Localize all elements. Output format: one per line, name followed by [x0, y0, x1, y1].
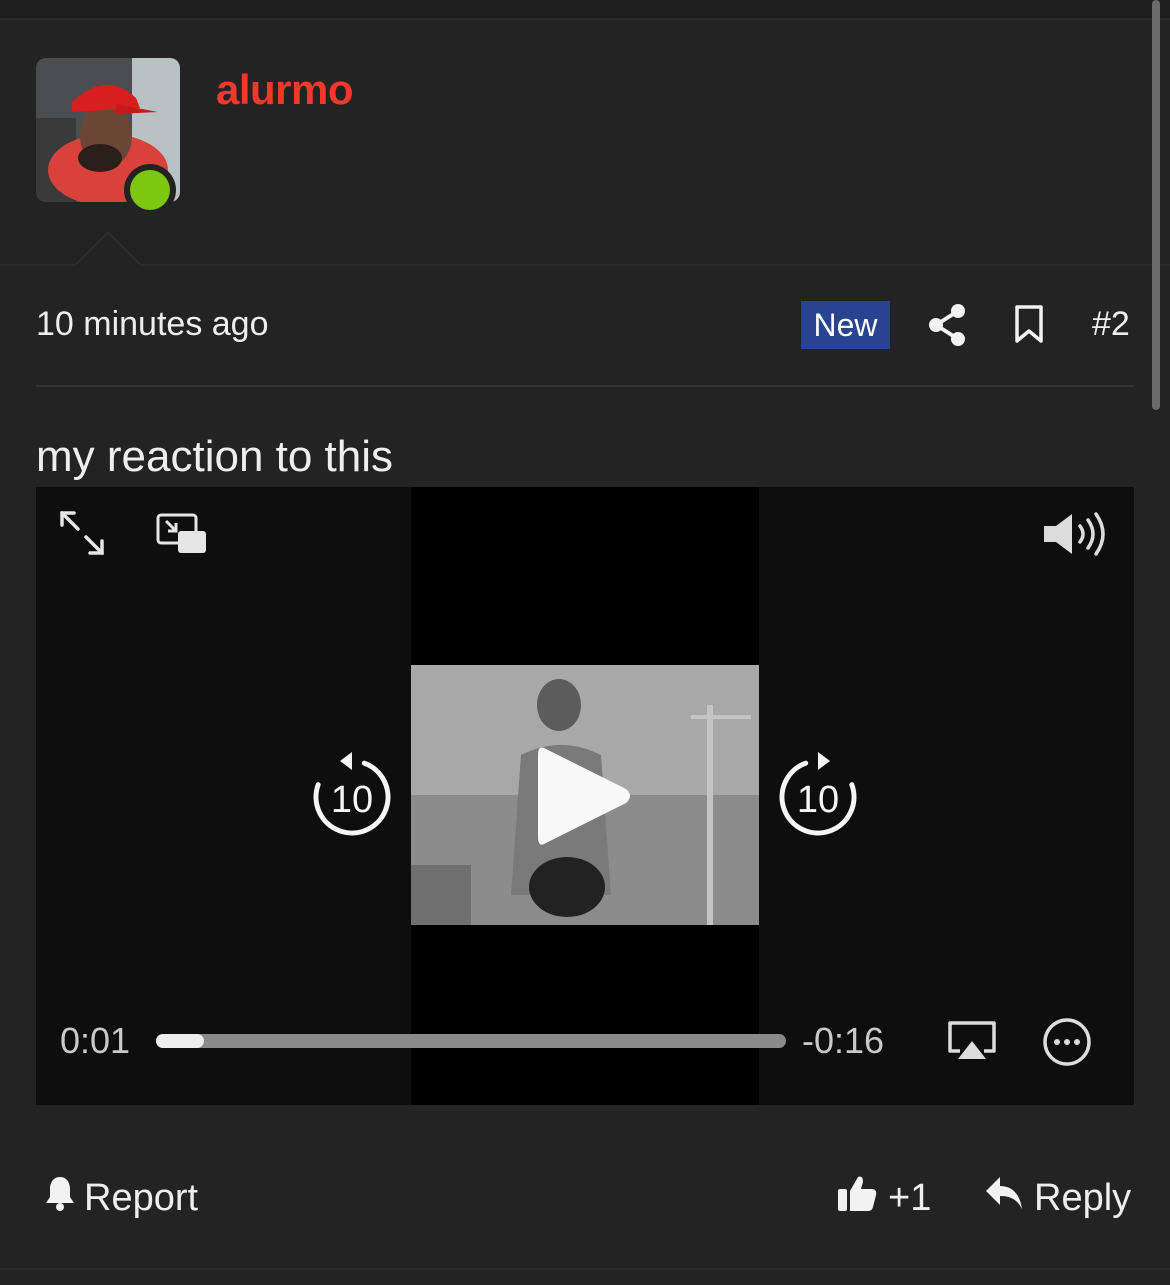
picture-in-picture-icon[interactable]: [156, 513, 208, 555]
new-badge: New: [801, 301, 890, 349]
scrollbar[interactable]: [1152, 0, 1160, 410]
reply-button[interactable]: Reply: [984, 1174, 1131, 1222]
post-timestamp[interactable]: 10 minutes ago: [36, 305, 269, 344]
reply-label: Reply: [1034, 1176, 1132, 1219]
divider: [36, 385, 1134, 387]
author-username[interactable]: alurmo: [216, 66, 354, 114]
online-status-indicator: [124, 164, 176, 216]
like-count: +1: [888, 1176, 932, 1219]
report-label: Report: [84, 1176, 199, 1219]
more-options-icon[interactable]: [1042, 1017, 1092, 1067]
post-body-text: my reaction to this: [36, 432, 394, 481]
reply-icon: [984, 1175, 1024, 1221]
post-bottom-border: [0, 1268, 1170, 1270]
skip-back-seconds: 10: [331, 779, 373, 821]
header-caret-fill: [76, 234, 140, 266]
progress-fill: [156, 1034, 204, 1048]
top-strip: [0, 0, 1170, 20]
thumbs-up-icon: [836, 1173, 878, 1223]
skip-forward-seconds: 10: [797, 779, 839, 821]
time-elapsed: 0:01: [60, 1020, 131, 1061]
bell-icon: [44, 1174, 76, 1222]
progress-bar[interactable]: [156, 1034, 786, 1048]
video-player[interactable]: 10 10 0:01 -0:16: [36, 487, 1134, 1105]
skip-forward-icon[interactable]: 10: [776, 749, 860, 839]
share-icon[interactable]: [928, 303, 968, 347]
bookmark-icon[interactable]: [1012, 304, 1046, 344]
time-remaining: -0:16: [802, 1020, 885, 1061]
airplay-icon[interactable]: [946, 1019, 998, 1063]
like-button[interactable]: +1: [836, 1174, 931, 1222]
post-number-link[interactable]: #2: [1092, 305, 1130, 344]
play-icon[interactable]: [532, 739, 636, 853]
report-button[interactable]: Report: [44, 1174, 198, 1222]
skip-back-icon[interactable]: 10: [310, 749, 394, 839]
volume-icon[interactable]: [1042, 511, 1112, 557]
fullscreen-icon[interactable]: [58, 509, 106, 557]
